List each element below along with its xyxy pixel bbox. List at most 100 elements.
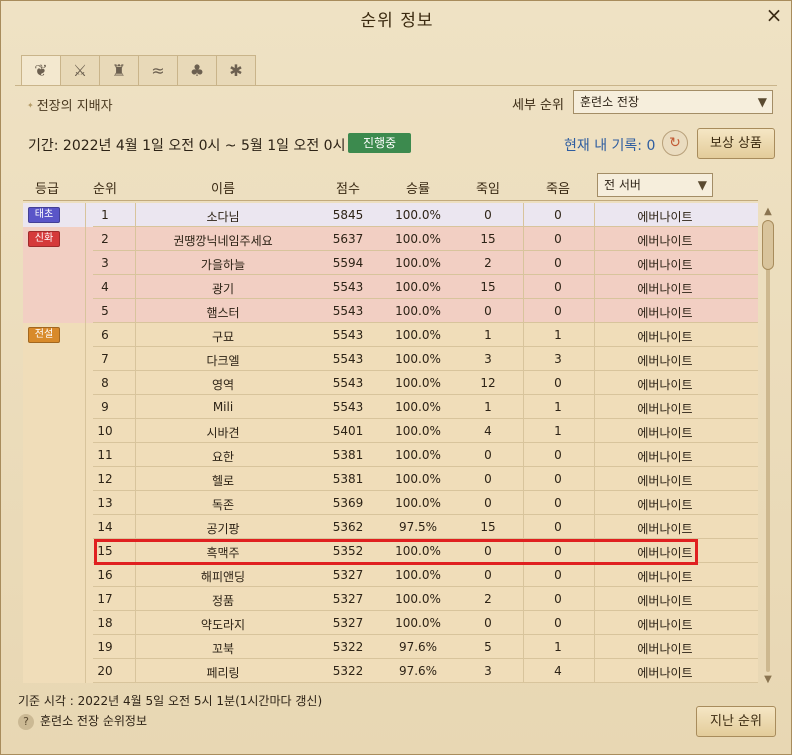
cell-kills: 3 xyxy=(484,664,492,678)
cell-rank: 4 xyxy=(101,280,109,294)
cell-winrate: 100.0% xyxy=(395,304,441,318)
table-row[interactable]: 5 햄스터 5543 100.0% 0 0 에버나이트 xyxy=(93,299,758,323)
table-row[interactable]: 11 요한 5381 100.0% 0 0 에버나이트 xyxy=(93,443,758,467)
cell-deaths: 0 xyxy=(554,256,562,270)
cell-winrate: 97.6% xyxy=(398,664,438,678)
table-row[interactable]: 2 권땡깡닉네임주세요 5637 100.0% 15 0 에버나이트 xyxy=(93,227,758,251)
cell-score: 5543 xyxy=(332,376,364,390)
cell-rank: 11 xyxy=(97,448,113,462)
refresh-icon[interactable]: ↻ xyxy=(662,130,688,156)
cell-rank: 14 xyxy=(97,520,113,534)
scrollbar[interactable]: ▲ ▼ xyxy=(761,206,775,686)
armor-icon[interactable]: ♜ xyxy=(99,55,139,85)
header-score: 점수 xyxy=(336,182,360,197)
butterfly-icon[interactable]: ✱ xyxy=(216,55,256,85)
cell-kills: 1 xyxy=(484,400,492,414)
cell-winrate: 100.0% xyxy=(395,424,441,438)
grade-badge: 전설 xyxy=(28,327,60,343)
cell-kills: 3 xyxy=(484,352,492,366)
cell-winrate: 100.0% xyxy=(395,472,441,486)
cell-score: 5369 xyxy=(332,496,364,510)
scroll-thumb[interactable] xyxy=(762,220,774,270)
table-row[interactable]: 13 독존 5369 100.0% 0 0 에버나이트 xyxy=(93,491,758,515)
scroll-track[interactable] xyxy=(766,220,770,672)
reward-button[interactable]: 보상 상품 xyxy=(697,128,775,159)
cell-winrate: 100.0% xyxy=(395,328,441,342)
cell-deaths: 3 xyxy=(554,352,562,366)
table-row[interactable]: 12 헬로 5381 100.0% 0 0 에버나이트 xyxy=(93,467,758,491)
server-filter-dropdown[interactable]: 전 서버 ▼ xyxy=(597,173,713,197)
cell-score: 5322 xyxy=(332,664,364,678)
cell-deaths: 0 xyxy=(554,544,562,558)
header-name: 이름 xyxy=(211,182,235,197)
table-row[interactable]: 14 공기팡 5362 97.5% 15 0 에버나이트 xyxy=(93,515,758,539)
scroll-down-icon[interactable]: ▼ xyxy=(761,674,775,686)
cell-server: 에버나이트 xyxy=(637,666,693,680)
table-row[interactable]: 6 구묘 5543 100.0% 1 1 에버나이트 xyxy=(93,323,758,347)
table-row[interactable]: 8 영역 5543 100.0% 12 0 에버나이트 xyxy=(93,371,758,395)
table-row[interactable]: 15 흑맥주 5352 100.0% 0 0 에버나이트 xyxy=(93,539,758,563)
cell-rank: 17 xyxy=(97,592,113,606)
table-row[interactable]: 16 해피앤딩 5327 100.0% 0 0 에버나이트 xyxy=(93,563,758,587)
cell-server: 에버나이트 xyxy=(637,450,693,464)
sprout-icon[interactable]: ♣ xyxy=(177,55,217,85)
help-icon: ? xyxy=(18,714,34,730)
help-info[interactable]: ? 훈련소 전장 순위정보 xyxy=(18,712,147,730)
cell-server: 에버나이트 xyxy=(637,642,693,656)
cell-kills: 0 xyxy=(484,472,492,486)
cell-server: 에버나이트 xyxy=(637,498,693,512)
table-row[interactable]: 19 꼬북 5322 97.6% 5 1 에버나이트 xyxy=(93,635,758,659)
title-bar: 순위 정보 xyxy=(1,1,792,41)
help-text: 훈련소 전장 순위정보 xyxy=(40,714,147,728)
cell-kills: 12 xyxy=(480,376,496,390)
cell-score: 5381 xyxy=(332,448,364,462)
table-row[interactable]: 10 시바견 5401 100.0% 4 1 에버나이트 xyxy=(93,419,758,443)
cell-rank: 13 xyxy=(97,496,113,510)
cell-rank: 8 xyxy=(101,376,109,390)
wings-icon[interactable]: ❦ xyxy=(21,55,61,85)
cell-kills: 0 xyxy=(484,616,492,630)
cell-name: 구묘 xyxy=(211,330,235,344)
table-row[interactable]: 20 페리링 5322 97.6% 3 4 에버나이트 xyxy=(93,659,758,683)
my-record: 현재 내 기록: 0 xyxy=(564,138,656,154)
status-badge: 진행중 xyxy=(348,133,411,153)
table-row[interactable]: 1 소다님 5845 100.0% 0 0 에버나이트 xyxy=(93,203,758,227)
cell-deaths: 0 xyxy=(554,496,562,510)
table-row[interactable]: 9 Mili 5543 100.0% 1 1 에버나이트 xyxy=(93,395,758,419)
update-time: 기준 시각 : 2022년 4월 5일 오전 5시 1분(1시간마다 갱신) xyxy=(18,694,323,708)
sub-rank-selected: 훈련소 전장 xyxy=(580,95,640,109)
table-row[interactable]: 3 가을하늘 5594 100.0% 2 0 에버나이트 xyxy=(93,251,758,275)
cell-score: 5322 xyxy=(332,640,364,654)
table-row[interactable]: 18 약도라지 5327 100.0% 0 0 에버나이트 xyxy=(93,611,758,635)
sub-rank-dropdown[interactable]: 훈련소 전장 ▼ xyxy=(573,90,773,114)
ranking-window: 순위 정보 × ❦⚔♜≈♣✱ 전장의 지배자 세부 순위 훈련소 전장 ▼ 기간… xyxy=(0,0,792,755)
cell-rank: 20 xyxy=(97,664,113,678)
cell-score: 5543 xyxy=(332,400,364,414)
cell-name: 다크엘 xyxy=(206,354,240,368)
cell-winrate: 100.0% xyxy=(395,496,441,510)
cell-name: 권땡깡닉네임주세요 xyxy=(173,234,273,248)
cell-score: 5327 xyxy=(332,568,364,582)
table-row[interactable]: 7 다크엘 5543 100.0% 3 3 에버나이트 xyxy=(93,347,758,371)
table-row[interactable]: 4 광기 5543 100.0% 15 0 에버나이트 xyxy=(93,275,758,299)
cell-server: 에버나이트 xyxy=(637,522,693,536)
cell-deaths: 0 xyxy=(554,592,562,606)
cell-deaths: 1 xyxy=(554,328,562,342)
cell-rank: 16 xyxy=(97,568,113,582)
table-row[interactable]: 17 정품 5327 100.0% 2 0 에버나이트 xyxy=(93,587,758,611)
previous-ranking-button[interactable]: 지난 순위 xyxy=(696,706,776,737)
cell-winrate: 100.0% xyxy=(395,544,441,558)
cell-deaths: 1 xyxy=(554,640,562,654)
cell-kills: 15 xyxy=(480,520,496,534)
scroll-up-icon[interactable]: ▲ xyxy=(761,206,775,218)
cell-server: 에버나이트 xyxy=(637,378,693,392)
cell-rank: 1 xyxy=(101,208,109,222)
cell-kills: 0 xyxy=(484,448,492,462)
cell-score: 5327 xyxy=(332,616,364,630)
cell-name: 가을하늘 xyxy=(200,258,246,272)
close-icon[interactable]: × xyxy=(763,5,785,27)
cell-kills: 5 xyxy=(484,640,492,654)
crossed-swords-icon[interactable]: ⚔ xyxy=(60,55,100,85)
cell-winrate: 97.5% xyxy=(398,520,438,534)
fish-icon[interactable]: ≈ xyxy=(138,55,178,85)
